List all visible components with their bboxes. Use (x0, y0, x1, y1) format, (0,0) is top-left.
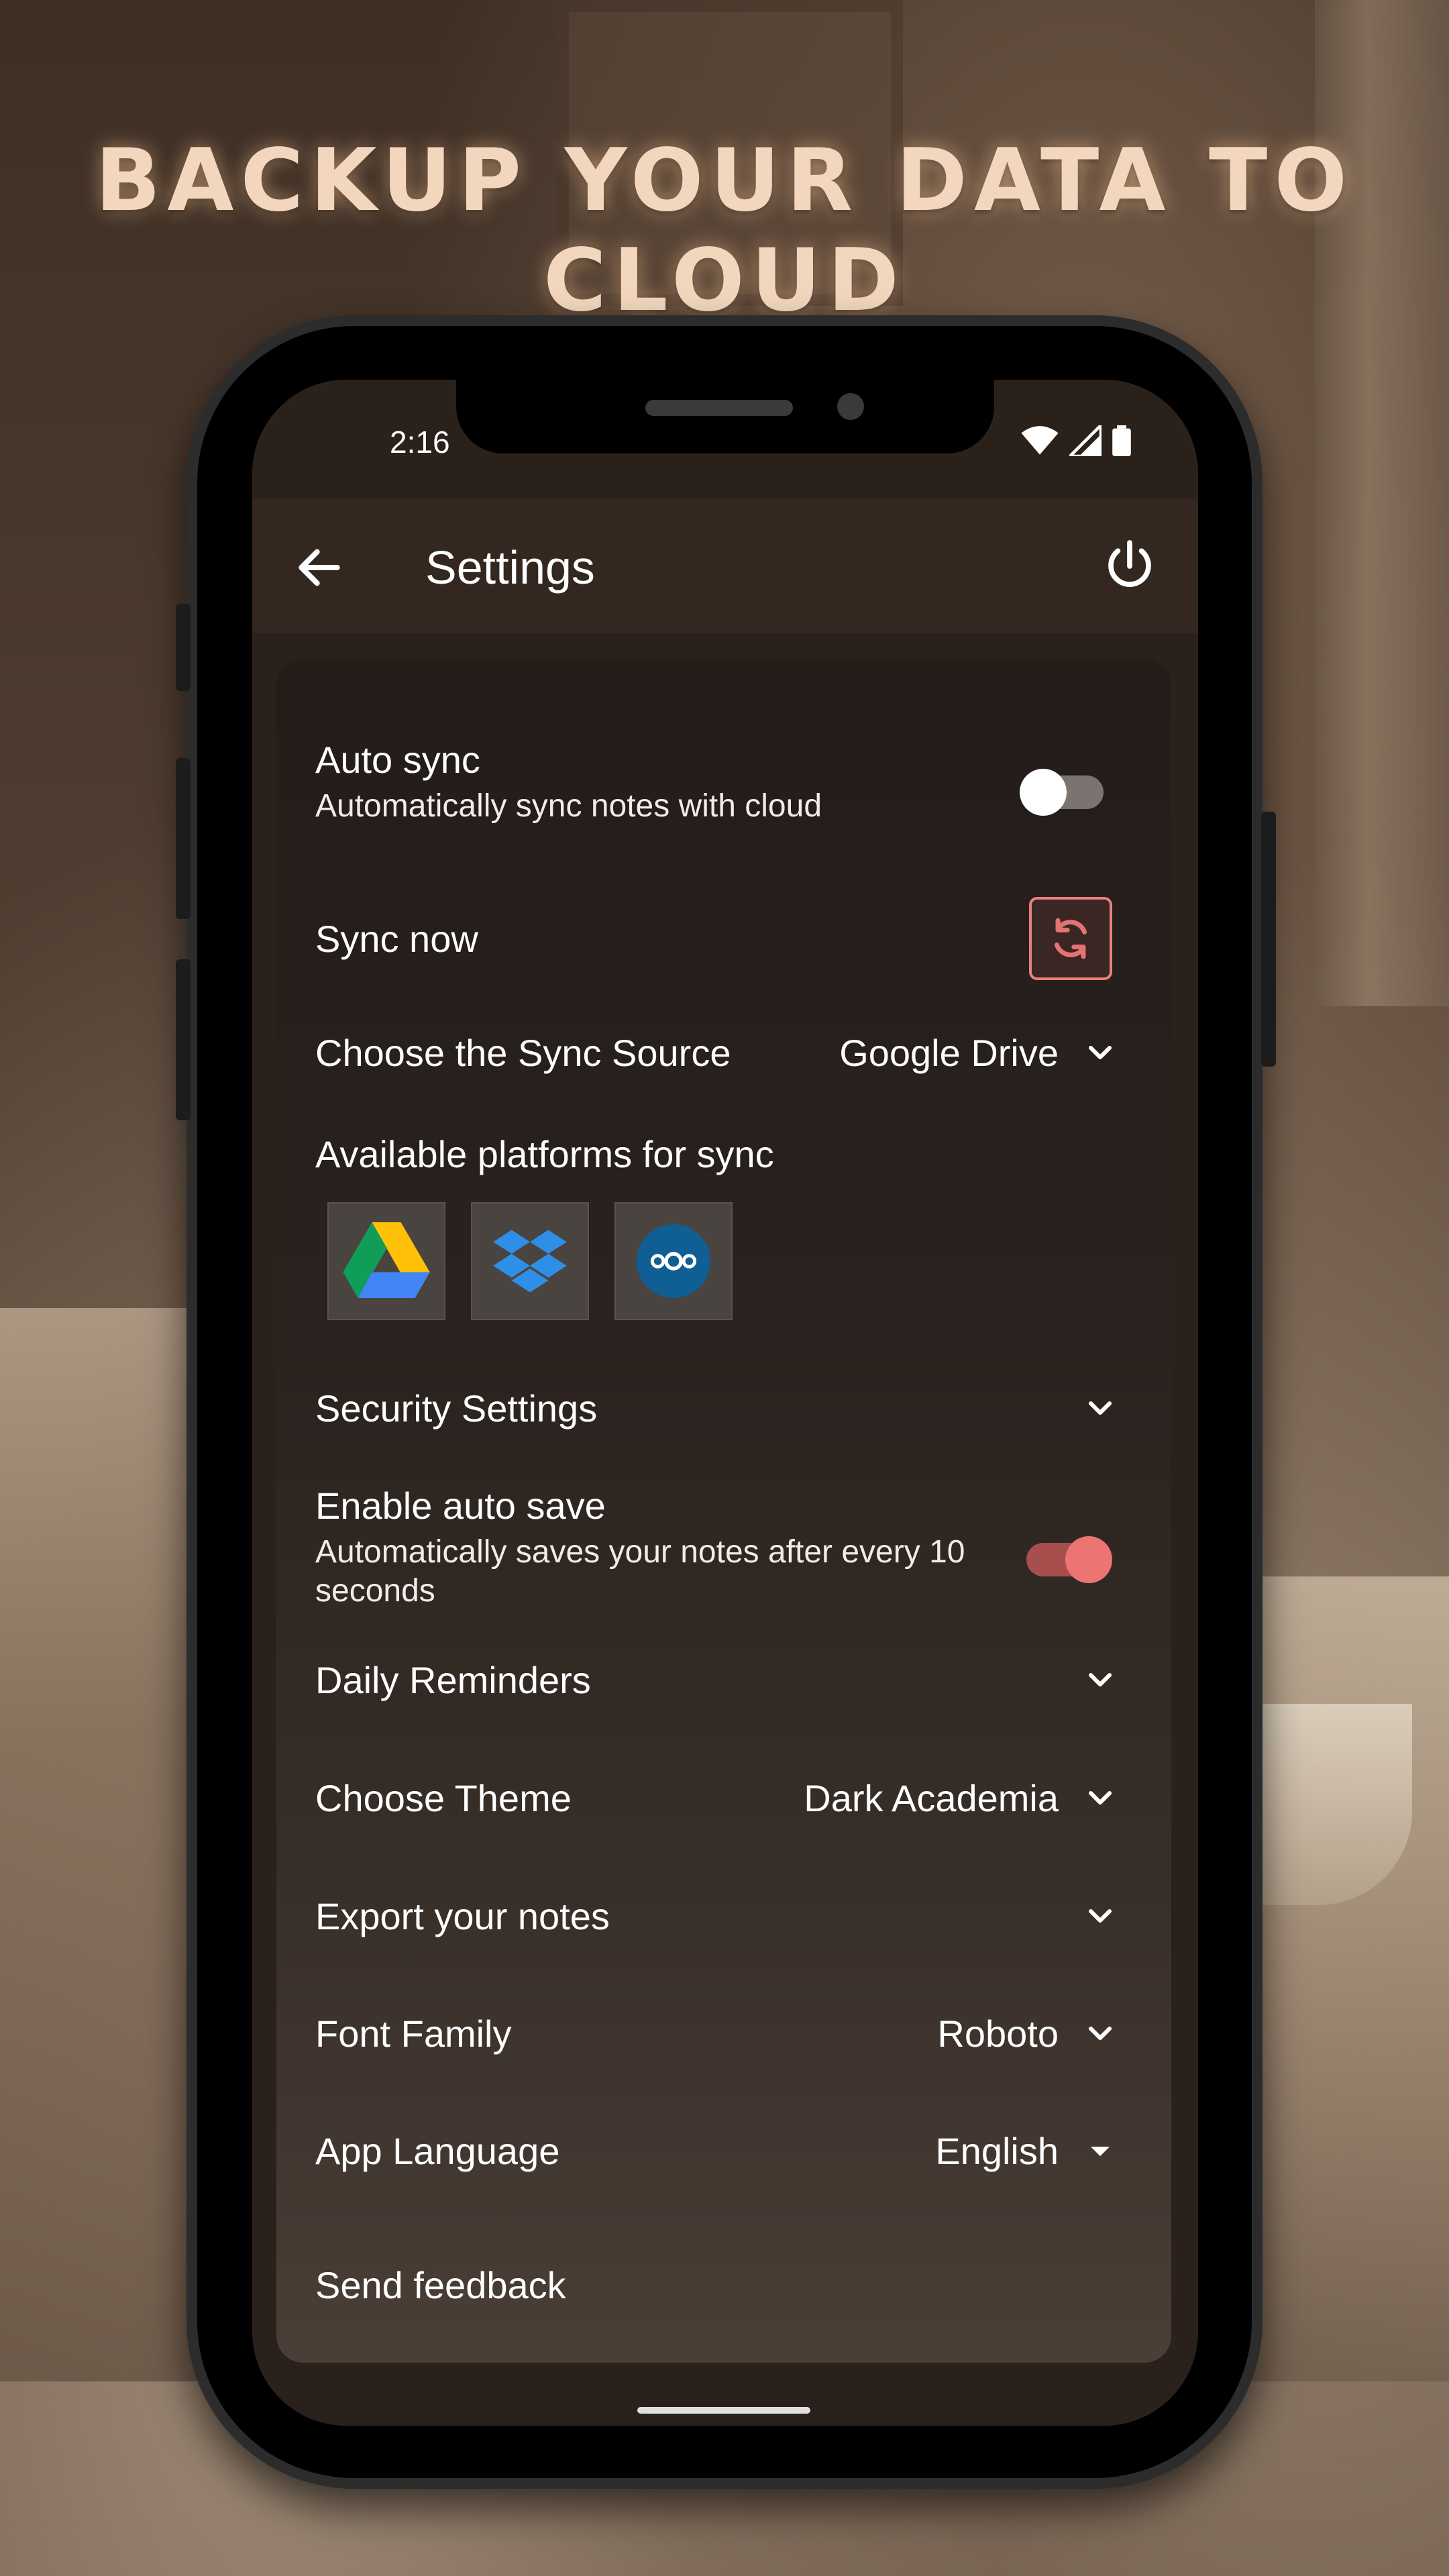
security-settings-title: Security Settings (315, 1387, 598, 1430)
sync-source-row[interactable]: Choose the Sync Source Google Drive (315, 1031, 1132, 1078)
auto-sync-toggle[interactable] (1020, 769, 1107, 816)
toggle-knob (1065, 1536, 1112, 1583)
status-time: 2:16 (390, 425, 450, 460)
daily-reminders-title: Daily Reminders (315, 1659, 591, 1701)
chevron-down-icon (1088, 1401, 1112, 1415)
app-language-value: English (935, 2130, 1059, 2172)
send-feedback-row[interactable]: Send feedback (315, 2263, 1132, 2310)
nextcloud-icon (637, 1224, 710, 1298)
auto-save-subtitle: Automatically saves your notes after eve… (315, 1534, 965, 1609)
export-notes-title: Export your notes (315, 1895, 610, 1937)
promo-headline: BACKUP YOUR DATA TO CLOUD (95, 131, 1354, 331)
auto-sync-title: Auto sync (315, 739, 480, 781)
phone-side-button (176, 959, 191, 1120)
phone-side-button (176, 604, 191, 691)
chevron-down-icon (1088, 1672, 1112, 1687)
auto-save-title: Enable auto save (315, 1485, 606, 1527)
platforms-row: Available platforms for sync (315, 1132, 1132, 1176)
auto-save-row[interactable]: Enable auto save Automatically saves you… (315, 1484, 1132, 1611)
phone-side-button (1261, 812, 1276, 1067)
phone-notch (456, 380, 994, 453)
dropbox-icon (493, 1230, 567, 1293)
sync-now-title: Sync now (315, 918, 478, 960)
dropbox-button[interactable] (471, 1202, 589, 1320)
wifi-icon (1021, 426, 1059, 455)
phone-screen: 2:16 Settings Auto sync Automatically sy… (252, 380, 1198, 2426)
sync-now-button[interactable] (1029, 897, 1112, 980)
chevron-down-icon (1088, 1790, 1112, 1805)
theme-value: Dark Academia (804, 1777, 1059, 1819)
phone-side-button (176, 758, 191, 919)
chevron-down-icon (1088, 2026, 1112, 2041)
app-language-row[interactable]: App Language English (315, 2129, 1132, 2176)
platforms-title: Available platforms for sync (315, 1133, 774, 1175)
font-family-value: Roboto (937, 2012, 1059, 2055)
toggle-knob (1020, 769, 1067, 816)
chevron-down-icon (1088, 1909, 1112, 1923)
speaker-grille (645, 400, 793, 416)
refresh-icon (1054, 918, 1087, 959)
export-notes-row[interactable]: Export your notes (315, 1894, 1132, 1941)
auto-sync-row[interactable]: Auto sync Automatically sync notes with … (315, 738, 1132, 826)
daily-reminders-row[interactable]: Daily Reminders (315, 1658, 1132, 1705)
font-family-row[interactable]: Font Family Roboto (315, 2012, 1132, 2059)
power-icon[interactable] (1102, 538, 1158, 594)
signal-icon (1069, 425, 1102, 456)
sync-now-row: Sync now (315, 897, 1132, 980)
dropdown-arrow-icon (1091, 2147, 1110, 2157)
status-icons (1021, 424, 1131, 458)
theme-row[interactable]: Choose Theme Dark Academia (315, 1776, 1132, 1823)
auto-save-toggle[interactable] (1026, 1536, 1114, 1583)
nextcloud-button[interactable] (614, 1202, 733, 1320)
home-indicator[interactable] (637, 2407, 810, 2414)
auto-sync-subtitle: Automatically sync notes with cloud (315, 788, 822, 824)
google-drive-button[interactable] (327, 1202, 445, 1320)
security-settings-row[interactable]: Security Settings (315, 1387, 1132, 1434)
front-camera (837, 393, 864, 420)
chevron-down-icon (1088, 1045, 1112, 1060)
back-arrow-icon[interactable] (292, 541, 346, 594)
google-drive-icon (343, 1222, 430, 1299)
sync-source-value: Google Drive (839, 1032, 1059, 1074)
battery-icon (1112, 425, 1131, 456)
send-feedback-title: Send feedback (315, 2264, 566, 2306)
page-title: Settings (425, 541, 595, 594)
settings-card: Auto sync Automatically sync notes with … (276, 659, 1171, 2363)
app-bar: Settings (252, 499, 1198, 633)
